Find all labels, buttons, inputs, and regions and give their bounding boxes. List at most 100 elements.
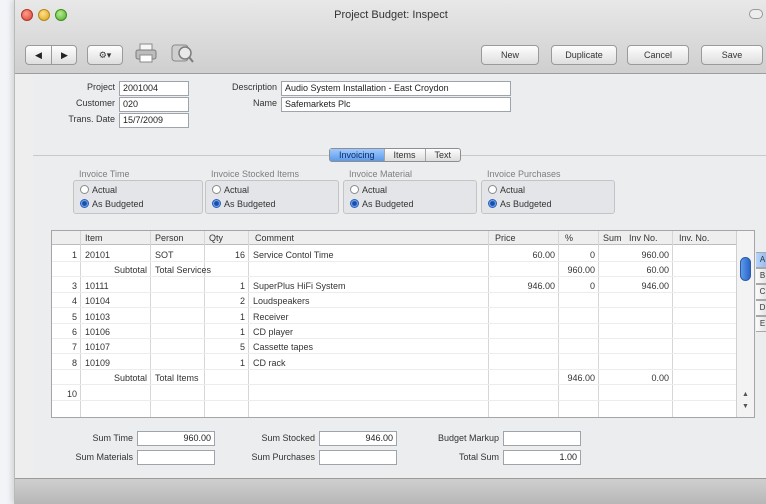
price-cell[interactable] [490,371,558,385]
invoice-purchases-actual-option[interactable]: Actual [488,185,525,195]
printer-icon[interactable] [133,42,159,66]
item-cell[interactable] [82,387,150,401]
row-number-cell[interactable]: 8 [52,356,80,370]
comment-cell[interactable] [250,263,488,277]
table-row[interactable]: 1 20101 SOT 16 Service Contol Time 60.00 0 960.… [52,248,736,262]
inv-no-cell[interactable] [674,371,720,385]
comment-cell[interactable]: CD player [250,325,488,339]
item-cell[interactable]: 10104 [82,294,150,308]
previous-record-button[interactable]: ◀ [26,46,51,64]
percent-cell[interactable] [560,310,598,324]
row-number-cell[interactable]: 3 [52,279,80,293]
percent-cell[interactable]: 960.00 [560,263,598,277]
invoice-time-budgeted-option[interactable]: As Budgeted [80,199,144,209]
invoice-purchases-budgeted-option[interactable]: As Budgeted [488,199,552,209]
inv-no-cell[interactable] [674,387,720,401]
comment-cell[interactable]: Loudspeakers [250,294,488,308]
price-cell[interactable]: 946.00 [490,279,558,293]
name-field[interactable]: Safemarkets Plc [281,97,511,112]
item-cell[interactable]: 10103 [82,310,150,324]
row-number-cell[interactable]: 10 [52,387,80,401]
sum-cell[interactable] [600,310,672,324]
percent-cell[interactable] [560,387,598,401]
letter-tab-b[interactable]: B [756,268,766,284]
sum-cell[interactable]: 946.00 [600,279,672,293]
row-number-cell[interactable] [52,371,80,385]
scroll-up-arrow[interactable]: ▲ [737,391,754,398]
qty-cell[interactable] [206,371,248,385]
tab-text[interactable]: Text [426,149,461,161]
percent-cell[interactable] [560,356,598,370]
comment-cell[interactable]: Receiver [250,310,488,324]
invoice-time-actual-option[interactable]: Actual [80,185,117,195]
comment-cell[interactable]: SuperPlus HiFi System [250,279,488,293]
qty-cell[interactable]: 16 [206,248,248,262]
comment-cell[interactable]: Cassette tapes [250,340,488,354]
save-button[interactable]: Save [701,45,763,65]
price-cell[interactable] [490,387,558,401]
table-row[interactable]: 7 10107 5 Cassette tapes [52,340,736,355]
percent-cell[interactable] [560,325,598,339]
qty-cell[interactable] [206,387,248,401]
inv-no-cell[interactable] [674,340,720,354]
gear-menu-button[interactable]: ⚙▾ [87,45,123,65]
inv-no-cell[interactable] [674,248,720,262]
percent-cell[interactable]: 0 [560,248,598,262]
table-row[interactable]: 4 10104 2 Loudspeakers [52,294,736,309]
table-row[interactable]: 10 [52,387,736,401]
item-cell[interactable]: 10109 [82,356,150,370]
sum-time-field[interactable]: 960.00 [137,431,215,446]
sum-cell[interactable]: 60.00 [600,263,672,277]
table-row[interactable]: Subtotal Total Items 946.00 0.00 [52,371,736,386]
invoice-stocked-budgeted-option[interactable]: As Budgeted [212,199,276,209]
trans-date-field[interactable]: 15/7/2009 [119,113,189,128]
row-number-cell[interactable]: 6 [52,325,80,339]
comment-cell[interactable] [250,371,488,385]
sum-cell[interactable] [600,356,672,370]
comment-cell[interactable]: Service Contol Time [250,248,488,262]
cancel-button[interactable]: Cancel [627,45,689,65]
inv-no-cell[interactable] [674,279,720,293]
row-number-cell[interactable]: 5 [52,310,80,324]
inv-no-cell[interactable] [674,356,720,370]
percent-cell[interactable] [560,294,598,308]
qty-cell[interactable]: 5 [206,340,248,354]
sum-materials-field[interactable] [137,450,215,465]
scroll-thumb[interactable] [740,257,751,281]
price-cell[interactable] [490,294,558,308]
project-field[interactable]: 2001004 [119,81,189,96]
qty-cell[interactable]: 1 [206,356,248,370]
sum-cell[interactable] [600,340,672,354]
price-cell[interactable] [490,356,558,370]
grid-scrollbar[interactable]: ▲ ▼ [736,231,754,417]
qty-cell[interactable]: 2 [206,294,248,308]
inv-no-cell[interactable] [674,325,720,339]
item-cell[interactable]: 10107 [82,340,150,354]
sum-cell[interactable] [600,325,672,339]
row-number-cell[interactable]: 7 [52,340,80,354]
new-button[interactable]: New [481,45,539,65]
price-cell[interactable] [490,325,558,339]
qty-cell[interactable] [206,263,248,277]
table-row[interactable]: 5 10103 1 Receiver [52,310,736,324]
print-preview-icon[interactable] [169,42,195,66]
letter-tab-d[interactable]: D [756,300,766,316]
comment-cell[interactable] [250,387,488,401]
letter-tab-c[interactable]: C [756,284,766,300]
sum-cell[interactable]: 960.00 [600,248,672,262]
price-cell[interactable] [490,310,558,324]
qty-cell[interactable]: 1 [206,279,248,293]
price-cell[interactable]: 60.00 [490,248,558,262]
inv-no-cell[interactable] [674,263,720,277]
letter-tab-a[interactable]: A [756,252,766,268]
qty-cell[interactable]: 1 [206,325,248,339]
table-row[interactable]: Subtotal Total Services 960.00 60.00 [52,263,736,278]
qty-cell[interactable]: 1 [206,310,248,324]
item-cell[interactable]: Subtotal [82,371,150,385]
total-sum-field[interactable]: 1.00 [503,450,581,465]
item-cell[interactable]: 10106 [82,325,150,339]
scroll-down-arrow[interactable]: ▼ [737,403,754,410]
sum-cell[interactable]: 0.00 [600,371,672,385]
tab-invoicing[interactable]: Invoicing [330,149,385,161]
toolbar-toggle-button[interactable] [749,9,763,19]
